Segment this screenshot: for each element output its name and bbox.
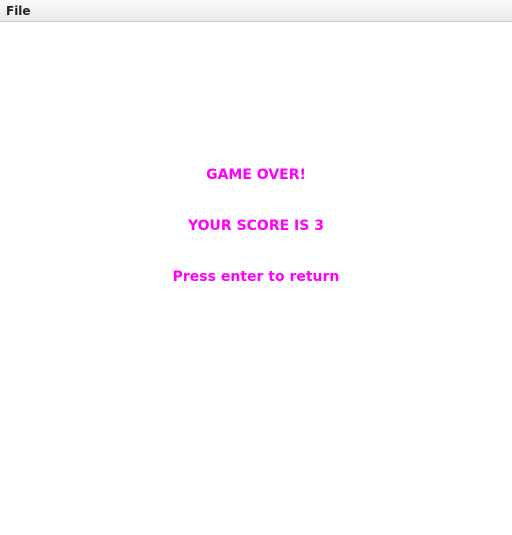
return-prompt: Press enter to return xyxy=(172,269,340,285)
file-menu[interactable]: File xyxy=(6,3,31,19)
game-canvas: GAME OVER! YOUR SCORE IS 3 Press enter t… xyxy=(0,22,512,535)
game-over-text: GAME OVER! xyxy=(206,167,306,183)
menu-bar: File xyxy=(0,0,512,22)
score-text: YOUR SCORE IS 3 xyxy=(188,218,324,234)
